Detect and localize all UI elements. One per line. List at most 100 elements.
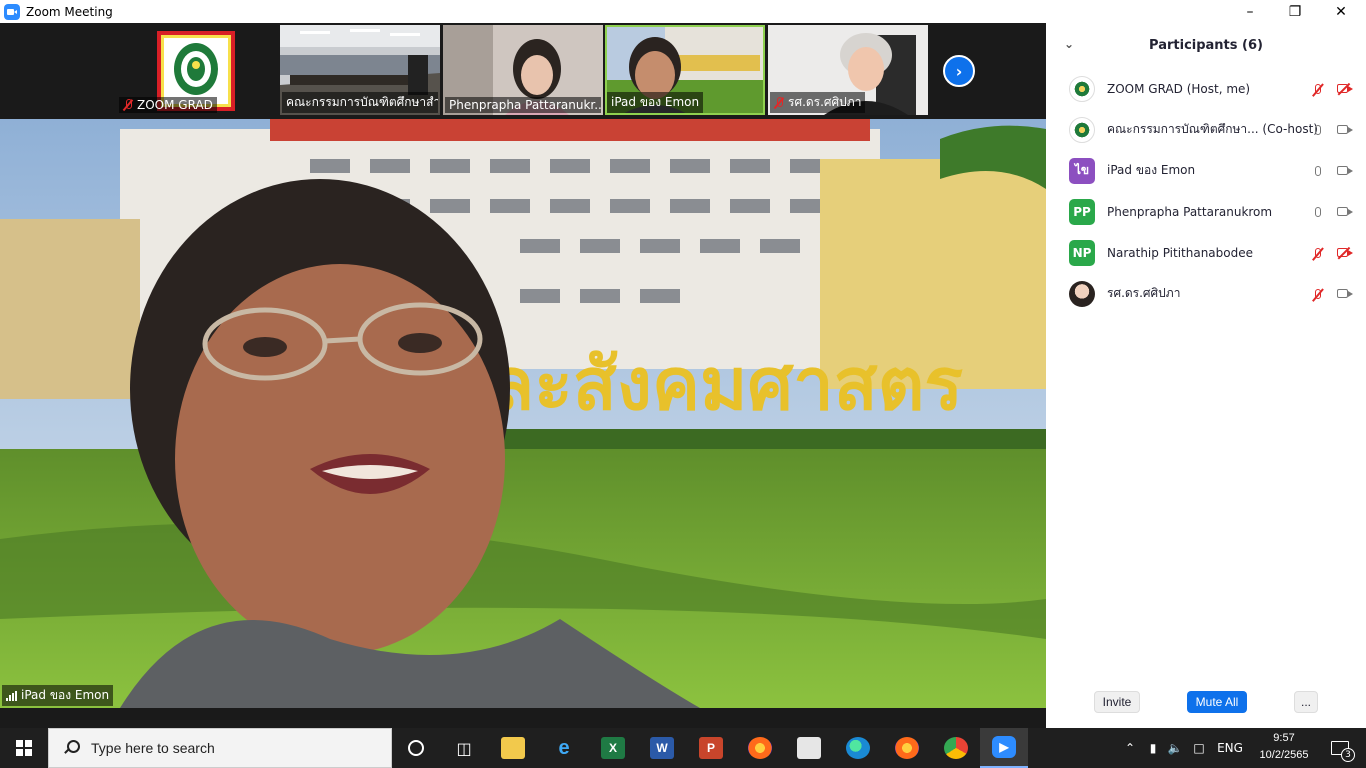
edge-button[interactable] (834, 728, 882, 768)
volume-icon[interactable]: 🔈 (1164, 728, 1186, 768)
notification-count: 3 (1341, 748, 1355, 762)
participant-row[interactable]: ZOOM GRAD (Host, me) (1046, 68, 1366, 109)
more-options-button[interactable]: ... (1294, 691, 1318, 713)
participant-name: คณะกรรมการบัณฑิตศึกษา... (Co-host) (1107, 122, 1318, 136)
word-icon: W (650, 737, 674, 759)
internet-explorer-button[interactable]: e (540, 728, 588, 768)
mic-muted-icon (123, 99, 133, 111)
avatar (1069, 116, 1095, 143)
mic-muted-icon[interactable] (1310, 245, 1326, 261)
mic-icon[interactable] (1310, 122, 1326, 138)
excel-button[interactable]: X (589, 728, 637, 768)
mic-muted-icon[interactable] (1310, 81, 1326, 97)
gallery-strip: ZOOM GRAD คณะกรรมการบัณฑิตศึกษาสำ... Phe… (0, 23, 1046, 119)
zoom-icon: ▶ (992, 736, 1016, 758)
firefox-icon (895, 737, 919, 759)
chrome-icon (944, 737, 968, 759)
search-icon (63, 740, 80, 756)
thumbnail-label: ZOOM GRAD (119, 97, 217, 113)
firefox-button-2[interactable] (883, 728, 931, 768)
word-button[interactable]: W (638, 728, 686, 768)
participant-row[interactable]: NP Narathip Pitithanabodee (1046, 232, 1366, 273)
avatar: NP (1069, 239, 1095, 266)
thumbnail-phenprapha[interactable]: Phenprapha Pattaranukr... (443, 25, 603, 115)
cortana-button[interactable] (392, 728, 440, 768)
close-icon[interactable]: ✕ (1318, 0, 1364, 23)
avatar: PP (1069, 198, 1095, 225)
participant-name: Narathip Pitithanabodee (1107, 245, 1254, 260)
avatar (1069, 280, 1095, 307)
participant-row[interactable]: PP Phenprapha Pattaranukrom (1046, 191, 1366, 232)
chrome-button[interactable] (932, 728, 980, 768)
next-page-button[interactable]: › (943, 55, 975, 87)
windows-logo-icon (16, 740, 32, 756)
clock-time: 9:57 (1273, 732, 1295, 744)
camera-icon[interactable] (1334, 204, 1350, 220)
camera-icon[interactable] (1334, 122, 1350, 138)
mic-icon[interactable] (1310, 163, 1326, 179)
taskbar-clock[interactable]: 9:57 10/2/2565 (1252, 730, 1316, 766)
zoom-app-icon (4, 3, 20, 20)
camera-off-icon[interactable] (1334, 245, 1350, 261)
excel-icon: X (601, 737, 625, 759)
thumbnail-sasipa[interactable]: รศ.ดร.ศศิปภา (768, 25, 928, 115)
notification-center-button[interactable]: 3 (1320, 728, 1360, 768)
chevron-right-icon: › (955, 61, 963, 81)
window-title: Zoom Meeting (26, 4, 113, 19)
video-area: ZOOM GRAD คณะกรรมการบัณฑิตศึกษาสำ... Phe… (0, 23, 1046, 708)
edge-icon (846, 737, 870, 759)
mic-muted-icon[interactable] (1310, 286, 1326, 302)
main-video-label: iPad ของ Emon (2, 685, 114, 706)
thumbnail-label: รศ.ดร.ศศิปภา (770, 92, 866, 113)
invite-button[interactable]: Invite (1094, 691, 1140, 713)
network-icon[interactable]: □ (1188, 728, 1210, 768)
participants-title: Participants (6) (1149, 38, 1263, 53)
participant-row[interactable]: ไข iPad ของ Emon (1046, 150, 1366, 191)
task-view-icon: ◫ (456, 738, 472, 758)
zoom-taskbar-button[interactable]: ▶ (980, 728, 1028, 768)
thumbnail-zoom-grad[interactable]: ZOOM GRAD (117, 25, 277, 115)
firefox-button[interactable] (736, 728, 784, 768)
thumbnail-label: iPad ของ Emon (607, 92, 704, 113)
minimize-icon[interactable]: – (1227, 0, 1273, 23)
camera-icon[interactable] (1334, 286, 1350, 302)
thumbnail-committee[interactable]: คณะกรรมการบัณฑิตศึกษาสำ... (280, 25, 440, 115)
active-speaker-video: ละสังคมศาสตร (0, 119, 1046, 708)
battery-icon[interactable]: ▮ (1142, 728, 1164, 768)
participants-panel: ⌄ Participants (6) ZOOM GRAD (Host, me) … (1046, 23, 1366, 728)
store-button[interactable] (785, 728, 833, 768)
camera-icon[interactable] (1334, 163, 1350, 179)
thumbnail-label: Phenprapha Pattaranukr... (445, 97, 601, 113)
avatar (1069, 75, 1095, 102)
avatar: ไข (1069, 157, 1095, 184)
chevron-up-icon[interactable]: ⌃ (1120, 728, 1140, 768)
participant-row[interactable]: คณะกรรมการบัณฑิตศึกษา... (Co-host) (1046, 109, 1366, 150)
thumbnail-label: คณะกรรมการบัณฑิตศึกษาสำ... (282, 92, 438, 113)
file-explorer-button[interactable] (489, 728, 537, 768)
restore-icon[interactable]: ❐ (1272, 0, 1318, 23)
title-bar: Zoom Meeting – ❐ ✕ (0, 0, 1366, 23)
language-indicator[interactable]: ENG (1212, 728, 1248, 768)
store-icon (797, 737, 821, 759)
participants-header: ⌄ Participants (6) (1046, 23, 1366, 68)
mic-icon[interactable] (1310, 204, 1326, 220)
participant-name: ZOOM GRAD (Host, me) (1107, 81, 1251, 96)
taskbar-search[interactable]: Type here to search (48, 728, 392, 768)
mute-all-button[interactable]: Mute All (1187, 691, 1247, 713)
sign-text: ละสังคมศาสตร (490, 342, 963, 426)
mic-muted-icon (774, 96, 784, 109)
internet-explorer-icon: e (558, 736, 570, 759)
task-view-button[interactable]: ◫ (440, 728, 488, 768)
participant-name: Phenprapha Pattaranukrom (1107, 204, 1273, 219)
participant-name: iPad ของ Emon (1107, 163, 1196, 177)
file-explorer-icon (501, 737, 525, 759)
taskbar: Type here to search ◫ e X W P ▶ ⌃ ▮ 🔈 □ … (0, 728, 1366, 768)
camera-off-icon[interactable] (1334, 81, 1350, 97)
thumbnail-ipad-emon[interactable]: iPad ของ Emon (605, 25, 765, 115)
start-button[interactable] (0, 728, 48, 768)
powerpoint-button[interactable]: P (687, 728, 735, 768)
participant-row[interactable]: รศ.ดร.ศศิปภา (1046, 273, 1366, 314)
participants-footer: Invite Mute All ... (1046, 691, 1366, 713)
signal-strength-icon (6, 690, 17, 701)
chevron-down-icon[interactable]: ⌄ (1064, 37, 1074, 51)
